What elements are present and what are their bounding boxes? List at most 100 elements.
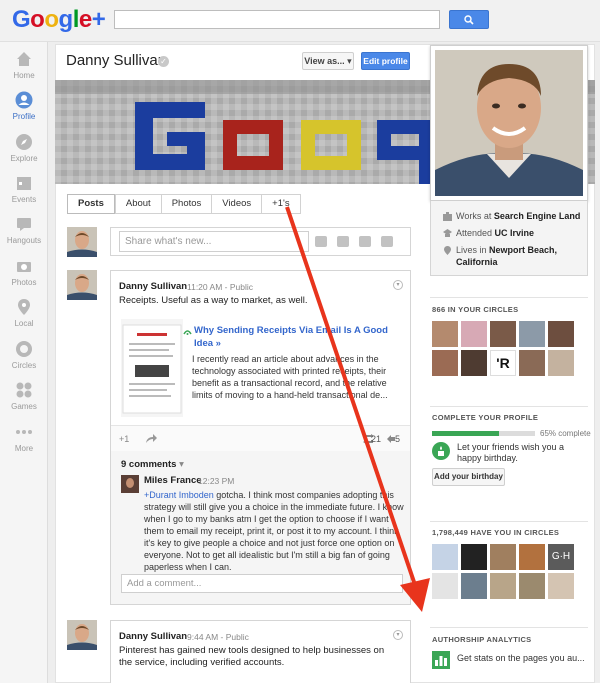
nav-profile[interactable]: Profile: [0, 91, 48, 131]
lives-in-prefix: Lives in: [456, 245, 490, 255]
post-time: 9:44 AM - Public: [187, 632, 249, 642]
nav-games[interactable]: Games: [0, 381, 48, 421]
search-button[interactable]: [449, 10, 489, 29]
nav-label: Hangouts: [6, 236, 42, 245]
nav-hangouts[interactable]: Hangouts: [0, 215, 48, 255]
avatar[interactable]: [461, 321, 487, 347]
post-menu-chevron-icon[interactable]: ▾: [393, 280, 403, 290]
have-you-in-circles-title[interactable]: 1,798,449 HAVE YOU IN CIRCLES: [432, 528, 559, 537]
mention-link[interactable]: +Durant Imboden: [144, 490, 214, 500]
birthday-prompt: Let your friends wish you a happy birthd…: [457, 442, 565, 463]
link-title[interactable]: Why Sending Receipts Via Email Is A Good…: [194, 324, 394, 350]
avatar[interactable]: [432, 350, 458, 376]
share-attachments: [315, 236, 393, 247]
nav-events[interactable]: Events: [0, 174, 48, 214]
avatar[interactable]: G·H: [548, 544, 574, 570]
avatar[interactable]: [519, 573, 545, 599]
avatar[interactable]: [67, 270, 97, 300]
divider: [430, 521, 588, 522]
in-circles-title[interactable]: 866 IN YOUR CIRCLES: [432, 305, 518, 314]
attended-value[interactable]: UC Irvine: [495, 228, 535, 238]
edit-profile-button[interactable]: Edit profile: [361, 52, 410, 70]
post-card: Danny Sullivan 11:20 AM - Public ▾ Recei…: [110, 270, 411, 453]
add-comment-input[interactable]: Add a comment...: [121, 574, 403, 593]
nav-photos[interactable]: Photos: [0, 257, 48, 297]
comments-toggle[interactable]: 9 comments ▾: [121, 459, 184, 470]
receipt-thumbnail[interactable]: [121, 319, 183, 417]
avatar[interactable]: [519, 321, 545, 347]
view-as-button[interactable]: View as... ▾: [302, 52, 354, 70]
top-bar: Google+: [0, 0, 600, 42]
tab-about[interactable]: About: [114, 195, 161, 213]
complete-profile-title: COMPLETE YOUR PROFILE: [432, 413, 539, 422]
video-chat-icon: [17, 218, 31, 231]
post-time-value[interactable]: 11:20 AM: [187, 282, 222, 292]
avatar[interactable]: [461, 544, 487, 570]
add-birthday-button[interactable]: Add your birthday: [432, 468, 505, 486]
nav-label: Events: [11, 195, 37, 204]
avatar[interactable]: [432, 573, 458, 599]
nav-label: Explore: [10, 154, 38, 163]
profile-photo[interactable]: [430, 45, 588, 201]
lives-in: Lives in Newport Beach, California: [456, 244, 581, 268]
analytics-link[interactable]: Get stats on the pages you au...: [457, 653, 585, 663]
post-menu-chevron-icon[interactable]: ▾: [393, 630, 403, 640]
nav-label: Home: [13, 71, 35, 80]
avatar[interactable]: [67, 227, 97, 257]
avatar[interactable]: [548, 350, 574, 376]
avatar[interactable]: [432, 544, 458, 570]
post-visibility: Public: [225, 632, 249, 642]
avatar-image: [67, 620, 97, 650]
tab-photos[interactable]: Photos: [160, 195, 212, 213]
profile-photo-image: [435, 50, 583, 196]
avatar[interactable]: [490, 573, 516, 599]
avatar[interactable]: [432, 321, 458, 347]
avatar[interactable]: [461, 350, 487, 376]
avatar[interactable]: [490, 544, 516, 570]
commenter-avatar[interactable]: [121, 475, 139, 493]
google-plus-logo[interactable]: Google+: [12, 6, 106, 34]
avatar[interactable]: 'R: [490, 350, 516, 376]
nav-more[interactable]: More: [0, 423, 48, 463]
verified-icon: ✓: [158, 56, 169, 67]
avatar[interactable]: [548, 573, 574, 599]
avatar[interactable]: [519, 350, 545, 376]
nav-circles[interactable]: Circles: [0, 340, 48, 380]
works-at-prefix: Works at: [456, 211, 494, 221]
tab-plus-ones[interactable]: +1's: [261, 195, 299, 213]
home-icon: [17, 52, 31, 66]
comment-arrow-icon: [387, 435, 395, 443]
link-icon[interactable]: [381, 236, 393, 247]
avatar[interactable]: [461, 573, 487, 599]
nav-explore[interactable]: Explore: [0, 133, 48, 173]
nav-local[interactable]: Local: [0, 298, 48, 338]
analytics-icon: [432, 651, 450, 669]
avatar[interactable]: [490, 321, 516, 347]
share-box: Share what's new...: [110, 227, 411, 256]
post-text: Receipts. Useful as a way to market, as …: [119, 295, 308, 306]
nav-label: Local: [14, 319, 34, 328]
feed-icon: [183, 330, 192, 335]
commenter-name[interactable]: Miles France: [144, 475, 202, 486]
in-circles-grid: 'R: [432, 321, 574, 376]
video-icon[interactable]: [337, 236, 349, 247]
plus-one-button[interactable]: +1: [119, 434, 129, 444]
search-input[interactable]: [114, 10, 440, 29]
works-at-value[interactable]: Search Engine Land: [494, 211, 581, 221]
tab-videos[interactable]: Videos: [211, 195, 261, 213]
event-icon[interactable]: [359, 236, 371, 247]
share-input[interactable]: Share what's new...: [119, 231, 309, 252]
avatar[interactable]: [519, 544, 545, 570]
avatar[interactable]: [67, 620, 97, 650]
post-time-value[interactable]: 9:44 AM: [187, 632, 218, 642]
share-arrow-icon[interactable]: [145, 434, 157, 444]
camera-icon[interactable]: [315, 236, 327, 247]
avatar-image: [67, 227, 97, 257]
profile-progress-label: 65% complete: [540, 429, 591, 438]
nav-home[interactable]: Home: [0, 50, 48, 90]
post-author[interactable]: Danny Sullivan: [119, 281, 187, 292]
avatar[interactable]: [548, 321, 574, 347]
post-author[interactable]: Danny Sullivan: [119, 631, 187, 642]
search-icon: [464, 14, 474, 25]
tab-posts[interactable]: Posts: [67, 194, 115, 214]
